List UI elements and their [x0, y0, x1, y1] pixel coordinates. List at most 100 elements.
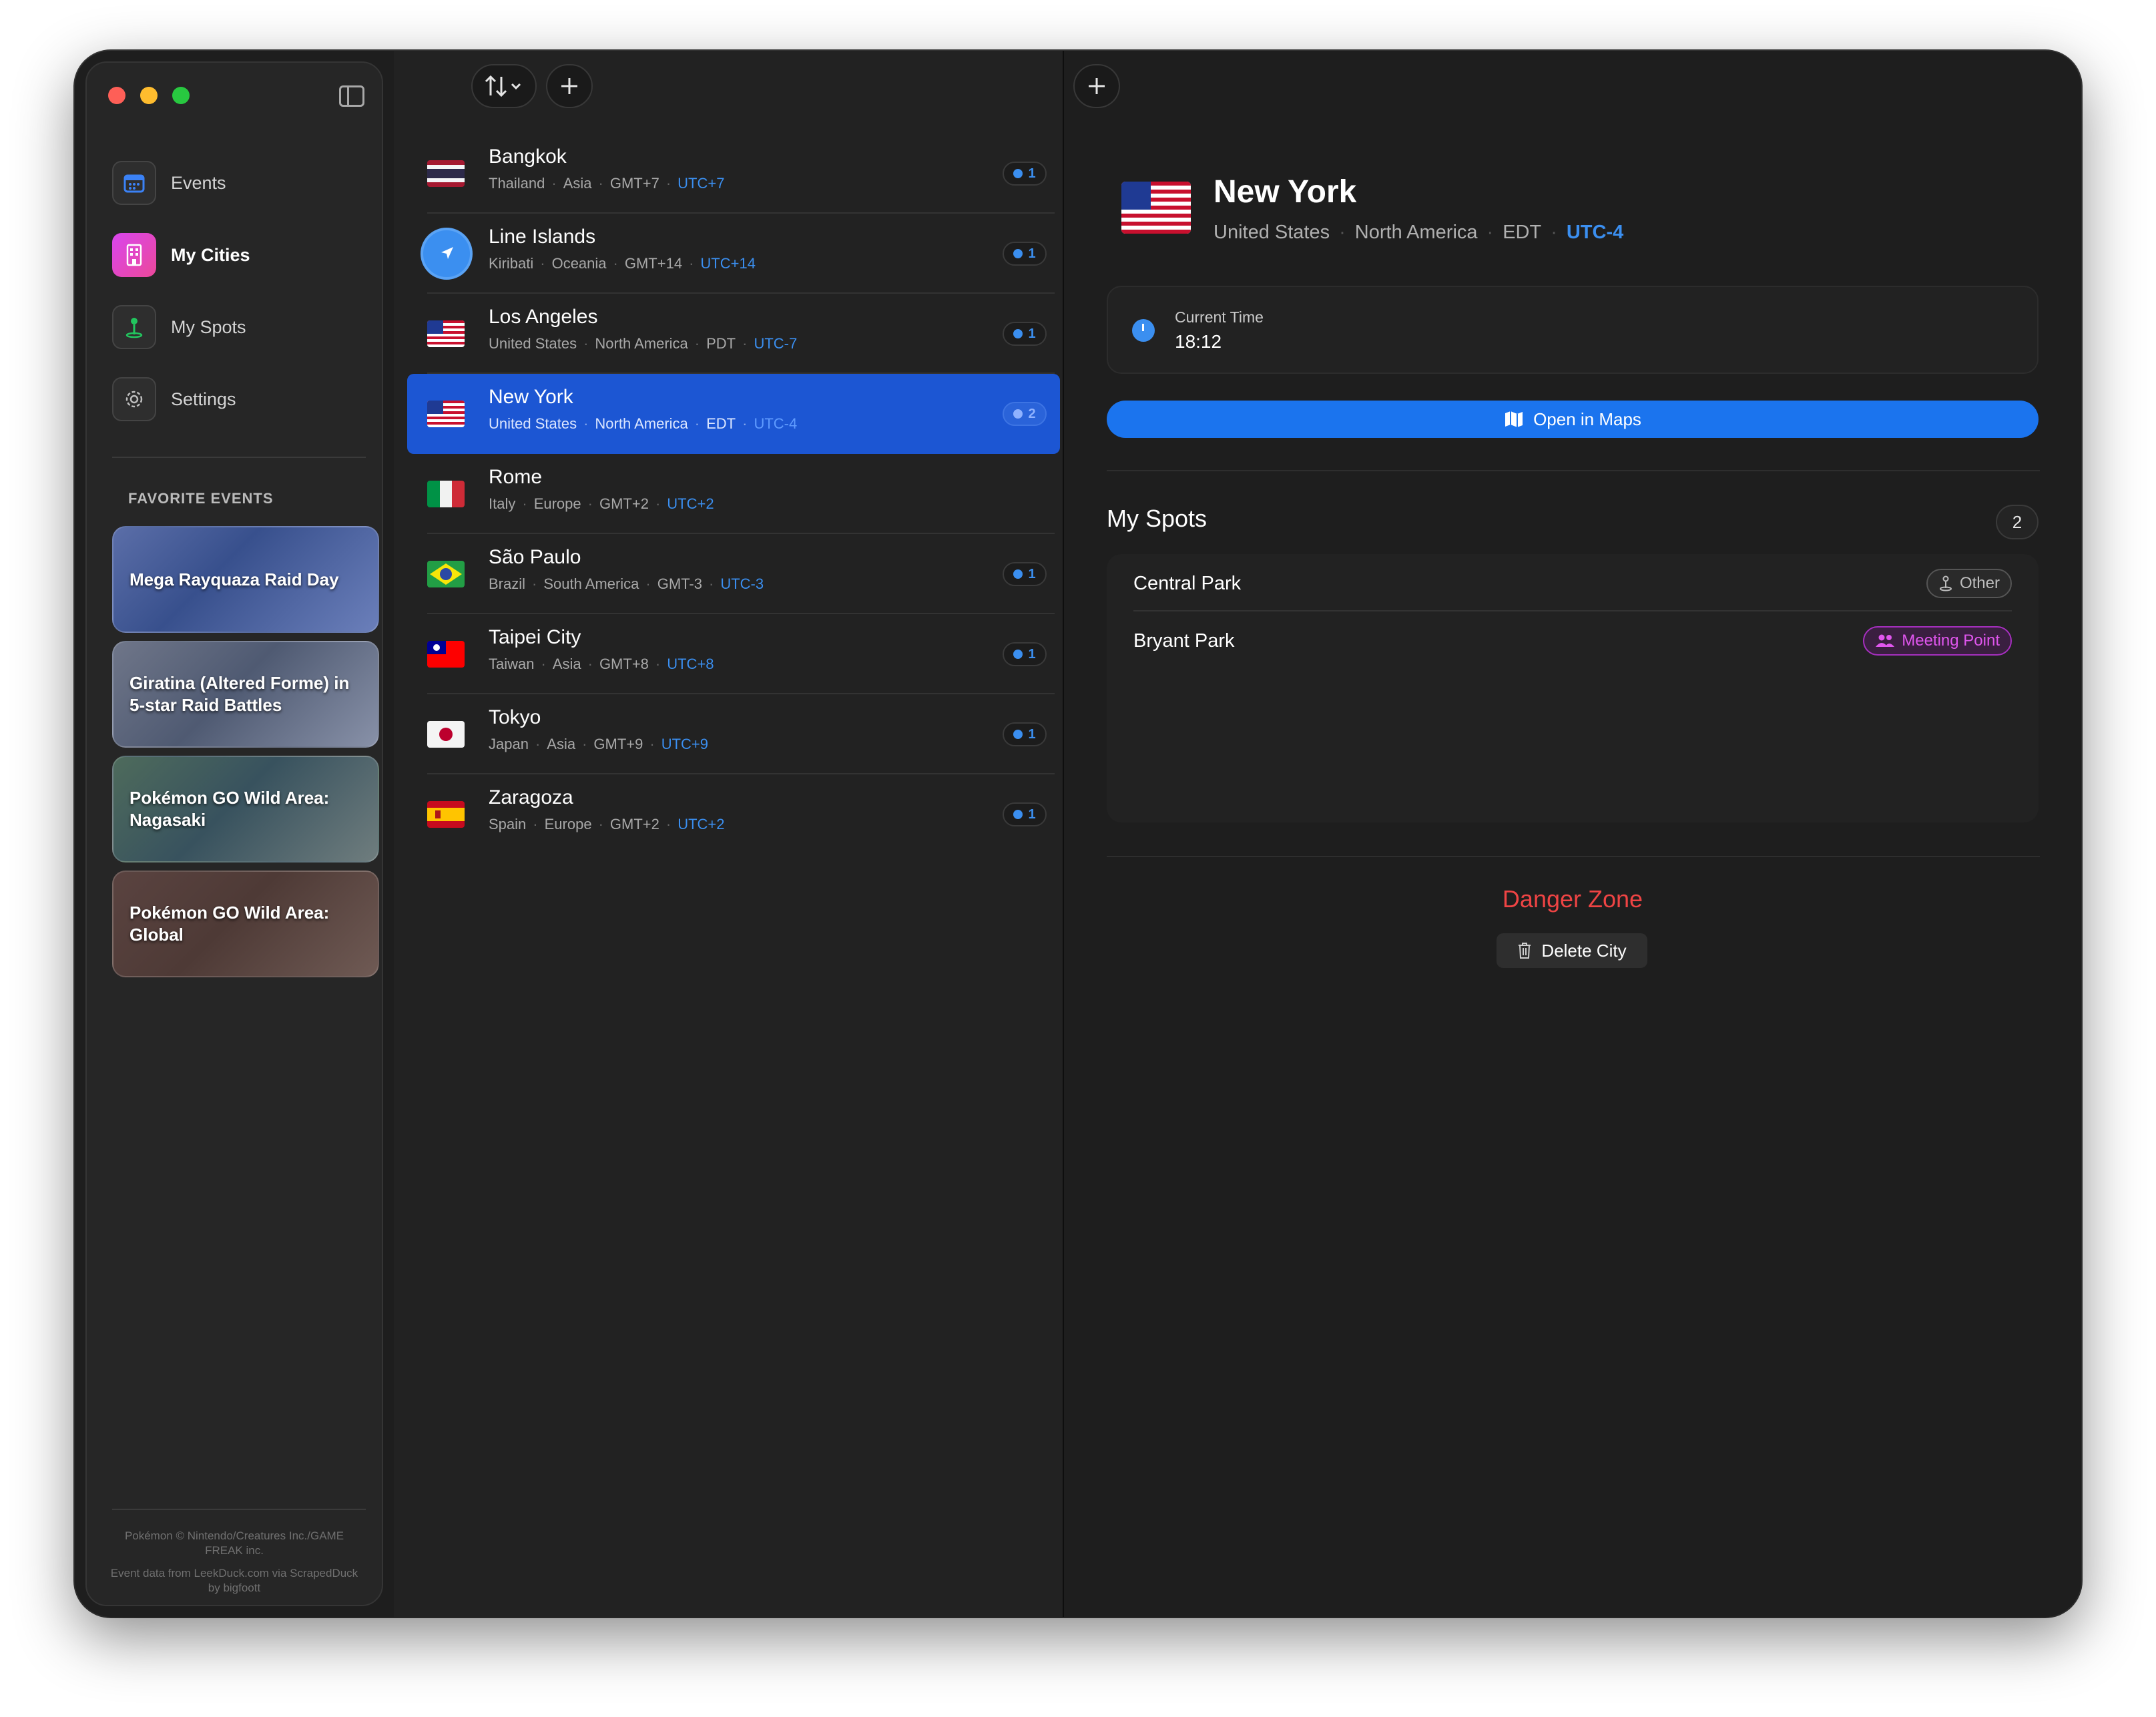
spot-count: 1: [1028, 806, 1036, 822]
city-row-selected[interactable]: New York United States · North America · EDT…: [407, 374, 1060, 454]
pin-icon: [1013, 569, 1023, 579]
credits-data-source: Event data from LeekDuck.com via Scraped…: [110, 1567, 358, 1594]
spot-count-badge: 2: [1003, 402, 1047, 426]
favorite-event-card[interactable]: Pokémon GO Wild Area: Nagasaki: [112, 756, 379, 863]
city-region: Asia: [552, 656, 581, 672]
city-region: Oceania: [551, 255, 607, 272]
spot-row[interactable]: Central Park Other: [1133, 554, 2012, 611]
minimize-window-button[interactable]: [140, 87, 158, 104]
spot-count: 1: [1028, 166, 1036, 181]
favorite-event-title: Mega Rayquaza Raid Day: [129, 569, 339, 589]
pin-icon: [1013, 810, 1023, 819]
divider: [1107, 470, 2040, 471]
delete-city-button[interactable]: Delete City: [1497, 933, 1647, 968]
calendar-icon: [112, 161, 156, 205]
zoom-window-button[interactable]: [172, 87, 190, 104]
open-in-maps-button[interactable]: Open in Maps: [1107, 401, 2039, 438]
spot-category-label: Meeting Point: [1902, 632, 2000, 650]
city-meta: Taiwan · Asia · GMT+8 · UTC+8: [489, 656, 714, 672]
city-country: Japan: [489, 736, 529, 752]
favorite-event-card[interactable]: Giratina (Altered Forme) in 5-star Raid …: [112, 641, 379, 748]
city-utc-offset: UTC-4: [1566, 222, 1624, 243]
sidebar-item-my-cities[interactable]: My Cities: [112, 219, 368, 291]
spot-count: 1: [1028, 566, 1036, 581]
city-row[interactable]: Bangkok Thailand · Asia · GMT+7 · UTC+7 1: [407, 134, 1060, 214]
sidebar-item-label: My Spots: [171, 316, 246, 337]
city-row[interactable]: Taipei City Taiwan · Asia · GMT+8 · UTC+8 1: [407, 614, 1060, 694]
city-row[interactable]: Zaragoza Spain · Europe · GMT+2 · UTC+2 1: [407, 774, 1060, 854]
city-row[interactable]: Los Angeles United States · North America ·…: [407, 294, 1060, 374]
city-timezone: GMT+7: [609, 175, 659, 192]
danger-zone-heading: Danger Zone: [1502, 885, 1643, 913]
close-window-button[interactable]: [108, 87, 125, 104]
current-time-card: Current Time 18:12: [1107, 286, 2039, 374]
favorite-event-card[interactable]: Mega Rayquaza Raid Day: [112, 526, 379, 633]
city-timezone: GMT+9: [593, 736, 643, 752]
pin-icon: [1013, 249, 1023, 258]
city-timezone: EDT: [706, 415, 736, 432]
city-row[interactable]: Rome Italy · Europe · GMT+2 · UTC+2: [407, 454, 1060, 534]
city-meta: Thailand · Asia · GMT+7 · UTC+7: [489, 175, 725, 192]
clock-icon: [1132, 319, 1155, 342]
pin-icon: [1013, 169, 1023, 178]
favorite-events-list: Mega Rayquaza Raid Day Giratina (Altered…: [112, 526, 379, 985]
spot-count-badge: 1: [1003, 642, 1047, 666]
credits-copyright: Pokémon © Nintendo/Creatures Inc./GAME F…: [124, 1529, 344, 1557]
sort-icon: [485, 75, 521, 97]
city-row[interactable]: São Paulo Brazil · South America · GMT-3 · UTC…: [407, 534, 1060, 614]
city-utc-offset: UTC-7: [754, 335, 798, 352]
divider: [112, 457, 366, 458]
trash-icon: [1519, 943, 1531, 959]
sidebar: Events My Cities My Spots Settings FAVOR…: [85, 61, 383, 1606]
city-region: North America: [1354, 222, 1478, 243]
spot-count-badge: 1: [1003, 802, 1047, 826]
city-name: Bangkok: [489, 146, 567, 168]
city-region: Asia: [563, 175, 592, 192]
city-meta: Italy · Europe · GMT+2 · UTC+2: [489, 495, 714, 512]
city-name: Taipei City: [489, 626, 581, 648]
city-row[interactable]: Tokyo Japan · Asia · GMT+9 · UTC+9 1: [407, 694, 1060, 774]
city-list-pane: Bangkok Thailand · Asia · GMT+7 · UTC+7 1 Line…: [394, 51, 1136, 1617]
sidebar-toggle-icon[interactable]: [339, 85, 364, 107]
spots-list: Central Park Other Bryant Park Meeting P…: [1107, 554, 2039, 822]
city-utc-offset: UTC+2: [678, 816, 725, 832]
flag-united-states-icon: [1121, 182, 1191, 234]
add-city-button[interactable]: [546, 64, 593, 108]
sidebar-item-events[interactable]: Events: [112, 147, 368, 219]
city-meta: United States · North America · EDT · UTC-4: [489, 415, 798, 432]
sidebar-item-label: Events: [171, 172, 226, 193]
window-controls: [108, 87, 190, 104]
building-icon: [112, 233, 156, 277]
spot-row[interactable]: Bryant Park Meeting Point: [1133, 611, 2012, 669]
city-name: Zaragoza: [489, 786, 573, 808]
delete-city-label: Delete City: [1541, 940, 1627, 961]
spot-category-label: Other: [1959, 574, 2000, 592]
spot-count: 2: [1028, 406, 1036, 421]
city-row[interactable]: Line Islands Kiribati · Oceania · GMT+14 · UTC…: [407, 214, 1060, 294]
city-timezone: GMT+2: [599, 495, 649, 512]
sidebar-nav: Events My Cities My Spots Settings: [112, 147, 368, 435]
flag-spain-icon: [427, 801, 465, 828]
city-utc-offset: UTC+14: [700, 255, 756, 272]
city-meta: United States · North America · EDT · UTC-4: [1214, 222, 1624, 243]
add-spot-button[interactable]: [1073, 64, 1120, 108]
flag-italy-icon: [427, 481, 465, 507]
city-country: Kiribati: [489, 255, 534, 272]
spot-category-tag: Meeting Point: [1863, 626, 2012, 656]
city-timezone: GMT+2: [609, 816, 659, 832]
pin-icon: [1939, 575, 1952, 591]
sidebar-item-settings[interactable]: Settings: [112, 363, 368, 435]
my-spots-heading: My Spots: [1107, 505, 1207, 532]
city-meta: United States · North America · PDT · UTC-7: [489, 335, 798, 352]
city-region: North America: [595, 335, 688, 352]
favorite-event-card[interactable]: Pokémon GO Wild Area: Global: [112, 871, 379, 977]
flag-brazil-icon: [427, 561, 465, 587]
spot-count: 1: [1028, 646, 1036, 662]
sort-menu-button[interactable]: [471, 64, 537, 108]
flag-united-states-icon: [427, 401, 465, 427]
sidebar-item-my-spots[interactable]: My Spots: [112, 291, 368, 363]
favorite-event-title: Giratina (Altered Forme) in 5-star Raid …: [129, 673, 350, 715]
pin-icon: [1013, 730, 1023, 739]
city-utc-offset: UTC-3: [720, 575, 764, 592]
city-list: Bangkok Thailand · Asia · GMT+7 · UTC+7 1 Line…: [407, 134, 1060, 854]
